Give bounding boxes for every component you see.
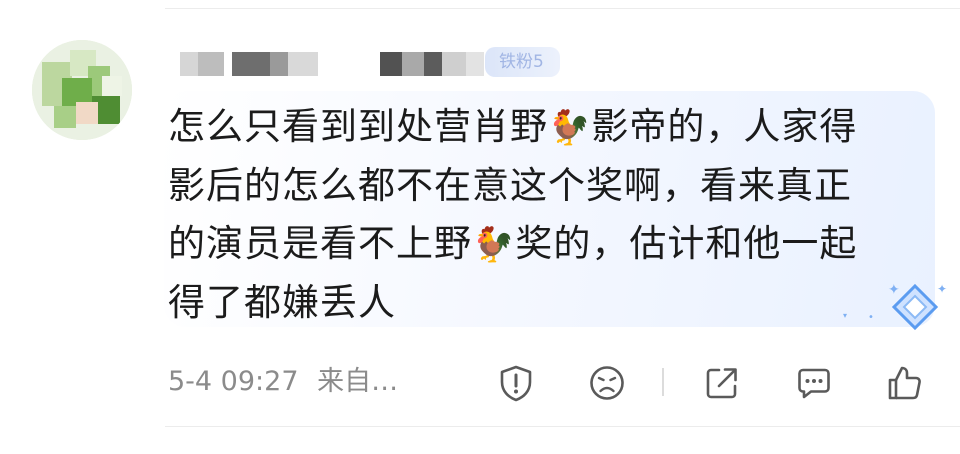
comment-icon[interactable] <box>795 364 833 402</box>
like-icon[interactable] <box>886 364 924 402</box>
fan-badge[interactable]: 铁粉5 <box>485 47 560 77</box>
dislike-icon[interactable] <box>588 364 626 402</box>
avatar[interactable] <box>32 40 132 140</box>
comment-text: 怎么只看到到处营肖野🐓影帝的，人家得 影后的怎么都不在意这个奖啊，看来真正 的演… <box>168 98 913 332</box>
share-icon[interactable] <box>703 364 741 402</box>
bottom-divider <box>165 426 960 427</box>
sparkle-icon: ▾ <box>843 311 848 320</box>
chicken-emoji: 🐓 <box>548 108 592 148</box>
chicken-emoji: 🐓 <box>472 225 516 265</box>
sparkle-icon: • <box>868 312 874 323</box>
report-icon[interactable] <box>497 364 535 402</box>
comment-source[interactable]: 来自… <box>317 366 398 397</box>
sparkle-icon: ✦ <box>888 282 900 298</box>
comment-text-segment: 怎么只看到到处营肖野 <box>168 105 548 148</box>
top-divider <box>165 8 960 9</box>
sparkle-icon: ✦ <box>937 282 948 296</box>
action-separator <box>662 368 664 396</box>
comment-date: 5-4 09:27 <box>168 366 299 397</box>
comment-meta: 5-4 09:27 来自… <box>168 362 398 402</box>
